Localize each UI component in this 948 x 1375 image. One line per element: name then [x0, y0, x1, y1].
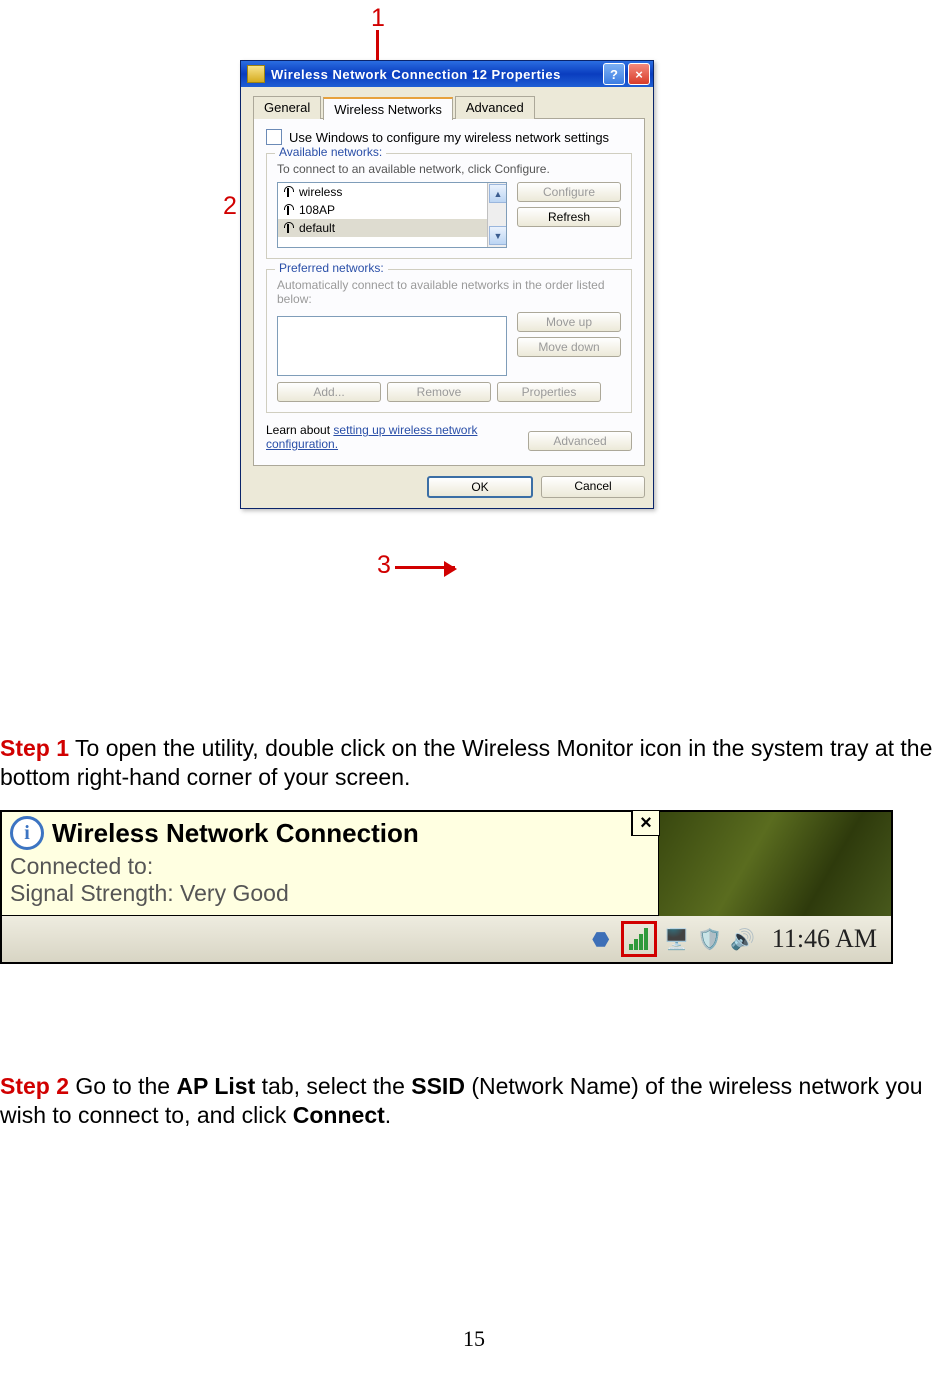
scrollbar[interactable]: ▲ ▼	[487, 183, 506, 247]
antenna-icon	[282, 222, 294, 234]
step-2-text-1: Go to the	[69, 1073, 176, 1099]
add-button[interactable]: Add...	[277, 382, 381, 402]
available-networks-group: Available networks: To connect to an ava…	[266, 153, 632, 259]
step-2-bold-aplist: AP List	[176, 1073, 255, 1099]
refresh-button[interactable]: Refresh	[517, 207, 621, 227]
antenna-icon	[282, 186, 294, 198]
network-item[interactable]: wireless	[278, 183, 506, 201]
ok-button[interactable]: OK	[427, 476, 533, 498]
close-button[interactable]: ×	[628, 63, 650, 85]
tray-icon-volume[interactable]: 🔊	[730, 926, 756, 952]
step-1-paragraph: Step 1 To open the utility, double click…	[0, 734, 948, 792]
cancel-button[interactable]: Cancel	[541, 476, 645, 498]
tab-panel: Use Windows to configure my wireless net…	[253, 118, 645, 466]
available-networks-list[interactable]: wireless 108AP default ▲	[277, 182, 507, 248]
tooltip-line-2: Signal Strength: Very Good	[10, 880, 650, 907]
dialog-titlebar[interactable]: Wireless Network Connection 12 Propertie…	[241, 61, 653, 87]
step-2-bold-ssid: SSID	[411, 1073, 465, 1099]
tab-wireless-networks[interactable]: Wireless Networks	[323, 97, 453, 120]
app-icon	[247, 65, 265, 83]
step-2-bold-connect: Connect	[293, 1102, 385, 1128]
page-number: 15	[0, 1326, 948, 1352]
step-1-label: Step 1	[0, 735, 69, 761]
callout-number-1: 1	[371, 6, 385, 31]
learn-prefix: Learn about	[266, 423, 333, 437]
step-2-text-4: .	[385, 1102, 391, 1128]
systray-screenshot: i Wireless Network Connection × Connecte…	[0, 810, 893, 964]
callout-number-2: 2	[223, 194, 237, 219]
tab-strip: General Wireless Networks Advanced	[253, 95, 645, 118]
checkbox-icon[interactable]	[266, 129, 282, 145]
preferred-networks-list[interactable]	[277, 316, 507, 376]
network-name: 108AP	[299, 203, 335, 217]
properties-button[interactable]: Properties	[497, 382, 601, 402]
tray-icon-network[interactable]: 🖥️	[664, 926, 690, 952]
balloon-tooltip: i Wireless Network Connection × Connecte…	[2, 812, 659, 916]
step-1-text: To open the utility, double click on the…	[0, 735, 932, 790]
callout-number-3: 3	[377, 553, 391, 578]
step-2-text-2: tab, select the	[255, 1073, 411, 1099]
preferred-networks-group: Preferred networks: Automatically connec…	[266, 269, 632, 413]
info-icon: i	[10, 816, 44, 850]
network-item-selected[interactable]: default	[278, 219, 506, 237]
signal-bars-icon	[629, 928, 648, 950]
tray-icon-generic[interactable]: ⬣	[588, 926, 614, 952]
tab-advanced[interactable]: Advanced	[455, 96, 535, 119]
wireless-monitor-tray-icon[interactable]	[621, 921, 657, 957]
system-tray: ⬣ 🖥️ 🛡️ 🔊 11:46 AM	[2, 916, 891, 962]
available-help-text: To connect to an available network, clic…	[277, 162, 621, 176]
advanced-button[interactable]: Advanced	[528, 431, 632, 451]
arrow-right-icon	[395, 566, 455, 569]
help-button[interactable]: ?	[603, 63, 625, 85]
network-item[interactable]: 108AP	[278, 201, 506, 219]
antenna-icon	[282, 204, 294, 216]
desktop-background	[659, 812, 891, 916]
group-title-preferred: Preferred networks:	[275, 261, 388, 275]
tray-icon-shield[interactable]: 🛡️	[697, 926, 723, 952]
step-2-paragraph: Step 2 Go to the AP List tab, select the…	[0, 1072, 948, 1130]
remove-button[interactable]: Remove	[387, 382, 491, 402]
move-down-button[interactable]: Move down	[517, 337, 621, 357]
tooltip-line-1: Connected to:	[10, 853, 650, 880]
network-name: wireless	[299, 185, 342, 199]
scroll-down-icon[interactable]: ▼	[489, 226, 507, 245]
tooltip-title: Wireless Network Connection	[52, 818, 419, 849]
move-up-button[interactable]: Move up	[517, 312, 621, 332]
dialog-title: Wireless Network Connection 12 Propertie…	[271, 67, 603, 82]
preferred-help-text: Automatically connect to available netwo…	[277, 278, 621, 306]
step-2-label: Step 2	[0, 1073, 69, 1099]
properties-dialog: Wireless Network Connection 12 Propertie…	[240, 60, 654, 509]
checkbox-label: Use Windows to configure my wireless net…	[289, 130, 609, 145]
tooltip-close-button[interactable]: ×	[631, 810, 660, 836]
learn-about-text: Learn about setting up wireless network …	[266, 423, 528, 451]
use-windows-checkbox-row[interactable]: Use Windows to configure my wireless net…	[266, 129, 632, 145]
scroll-up-icon[interactable]: ▲	[489, 184, 507, 203]
group-title-available: Available networks:	[275, 145, 386, 159]
network-name: default	[299, 221, 335, 235]
configure-button[interactable]: Configure	[517, 182, 621, 202]
tab-general[interactable]: General	[253, 96, 321, 119]
tray-clock: 11:46 AM	[772, 924, 877, 954]
